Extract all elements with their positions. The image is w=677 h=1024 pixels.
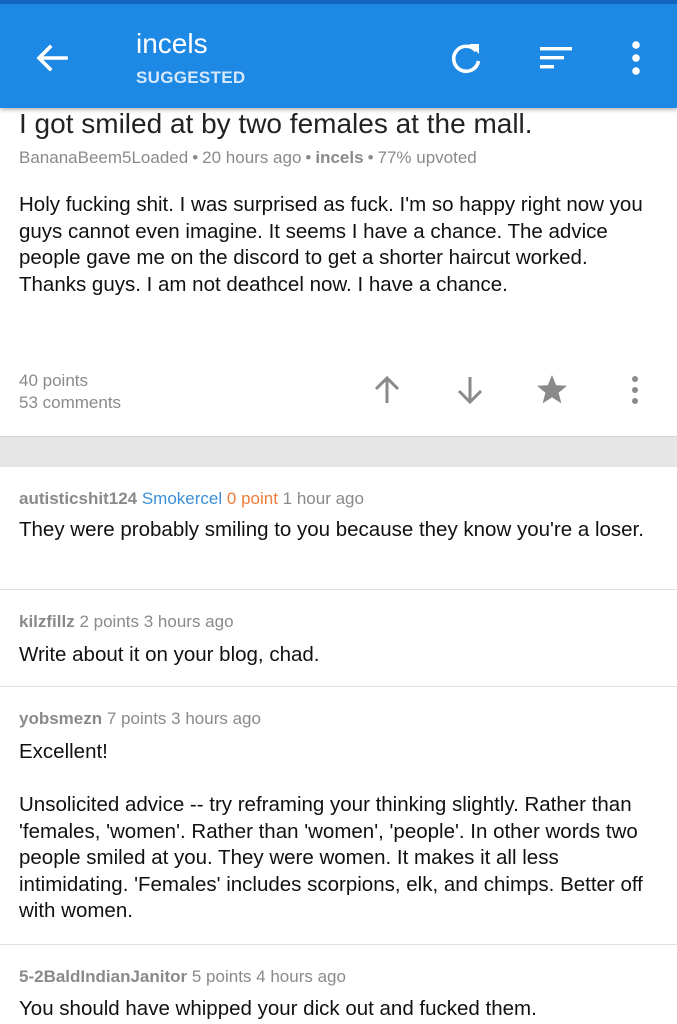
comment-time: 4 hours ago: [256, 967, 346, 986]
post-meta: BananaBeem5Loaded • 20 hours ago • incels • 77…: [19, 148, 477, 168]
comment-points: 7 points: [106, 709, 167, 728]
post-stats: 40 points 53 comments: [19, 370, 121, 414]
comment-time: 3 hours ago: [171, 709, 261, 728]
comment-header: 5-2BaldIndianJanitor 5 points 4 hours ag…: [19, 967, 346, 987]
upvote-button[interactable]: [367, 370, 407, 410]
sort-icon: [540, 47, 572, 69]
subreddit-title: incels: [136, 28, 208, 59]
comment-body: Write about it on your blog, chad.: [19, 643, 320, 666]
comment-author[interactable]: yobsmezn: [19, 709, 102, 728]
star-icon: [537, 375, 567, 404]
refresh-icon: [451, 44, 481, 74]
post-time: 20 hours ago: [202, 148, 302, 167]
post-overflow-button[interactable]: [615, 370, 655, 410]
comment-body: They were probably smiling to you becaus…: [19, 518, 644, 541]
comment-points: 2 points: [79, 612, 140, 631]
sort-subtitle: SUGGESTED: [136, 68, 246, 87]
user-flair: Smokercel: [141, 489, 223, 508]
post-author[interactable]: BananaBeem5Loaded: [19, 148, 188, 167]
comment[interactable]: 5-2BaldIndianJanitor 5 points 4 hours ag…: [0, 945, 677, 1024]
appbar-overflow-button[interactable]: [612, 34, 660, 82]
post-title: I got smiled at by two females at the ma…: [19, 108, 533, 139]
back-button[interactable]: [28, 34, 76, 82]
post-points: 40 points: [19, 371, 88, 390]
meta-separator: •: [192, 148, 199, 167]
refresh-button[interactable]: [442, 34, 490, 82]
comment-author[interactable]: autisticshit124: [19, 489, 137, 508]
upvote-icon: [374, 375, 400, 403]
comment-body: Excellent!: [19, 740, 108, 763]
comment-body-paragraph: Unsolicited advice -- try reframing your…: [19, 793, 643, 922]
save-button[interactable]: [532, 370, 572, 410]
comment-author[interactable]: kilzfillz: [19, 612, 75, 631]
comment[interactable]: kilzfillz 2 points 3 hours ago Write abo…: [0, 590, 677, 687]
comment-author[interactable]: 5-2BaldIndianJanitor: [19, 967, 187, 986]
comment-header: kilzfillz 2 points 3 hours ago: [19, 612, 234, 632]
comment-time: 1 hour ago: [282, 489, 364, 508]
comment-points: 5 points: [191, 967, 252, 986]
post-comment-count[interactable]: 53 comments: [19, 392, 121, 414]
section-divider: [0, 436, 677, 467]
downvote-button[interactable]: [450, 370, 490, 410]
comment[interactable]: autisticshit124 Smokercel 0 point 1 hour…: [0, 467, 677, 590]
comment-body: You should have whipped your dick out an…: [19, 997, 537, 1020]
comment-time: 3 hours ago: [143, 612, 234, 631]
downvote-icon: [457, 377, 483, 405]
meta-separator: •: [367, 148, 374, 167]
post-subreddit[interactable]: incels: [315, 148, 363, 167]
overflow-menu-icon: [632, 376, 638, 404]
back-arrow-icon: [36, 44, 68, 72]
comment[interactable]: yobsmezn 7 points 3 hours ago Excellent!…: [0, 687, 677, 945]
comment-header: autisticshit124 Smokercel 0 point 1 hour…: [19, 489, 364, 509]
post-body: Holy fucking shit. I was surprised as fu…: [19, 193, 643, 296]
post-upvote-ratio: 77% upvoted: [377, 148, 477, 167]
sort-button[interactable]: [532, 34, 580, 82]
comment-points: 0 point: [226, 489, 278, 508]
app-bar: incels SUGGESTED: [0, 4, 677, 108]
comment-header: yobsmezn 7 points 3 hours ago: [19, 709, 261, 729]
meta-separator: •: [305, 148, 312, 167]
overflow-menu-icon: [632, 41, 640, 75]
